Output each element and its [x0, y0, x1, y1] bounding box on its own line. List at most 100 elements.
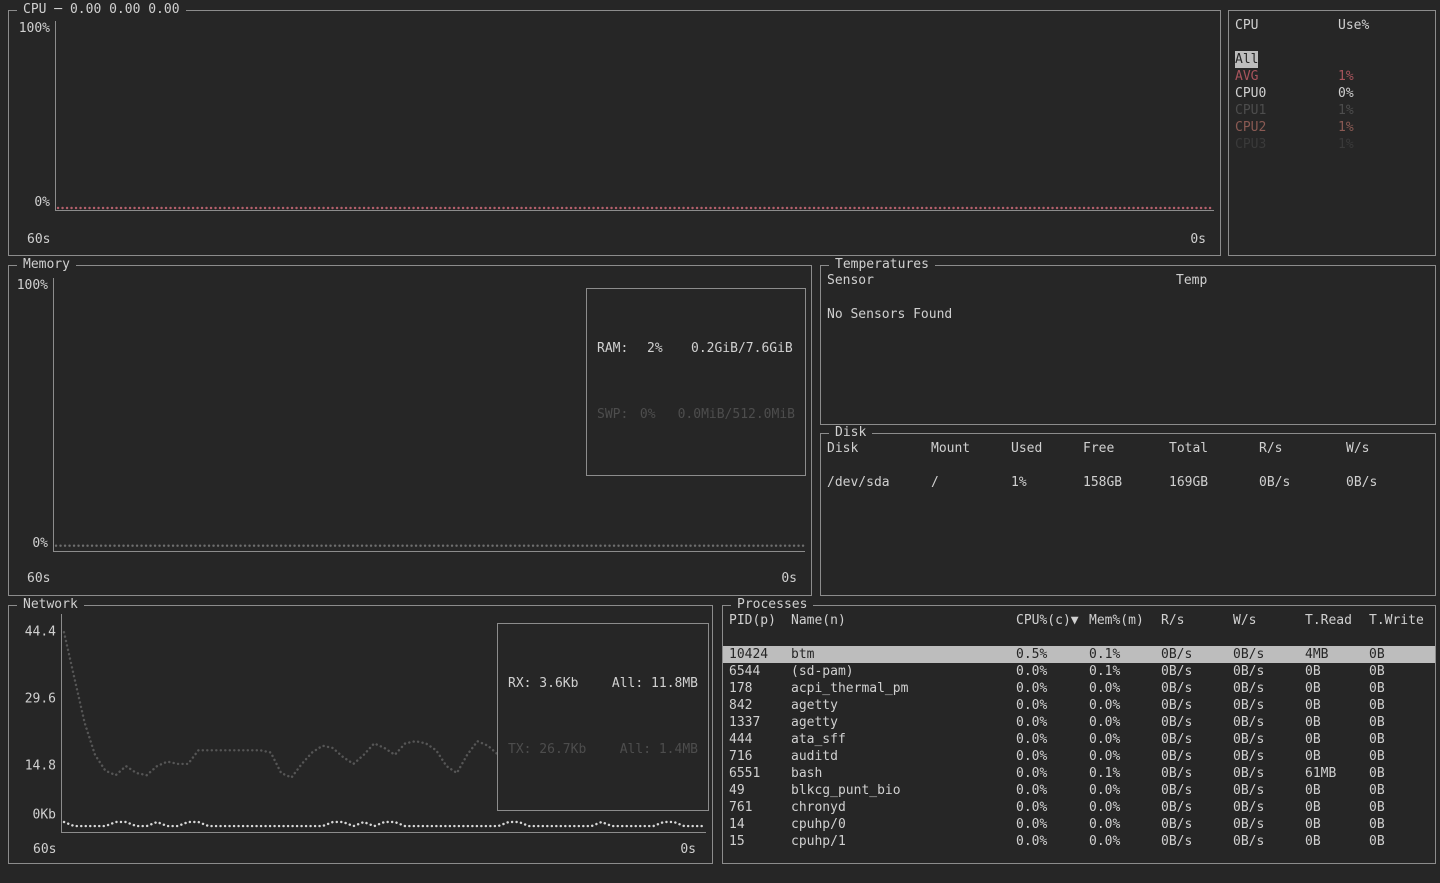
process-cell: 0B/s	[1161, 782, 1233, 799]
memory-y-min-label: 0%	[32, 536, 48, 551]
disk-cell: 1%	[1011, 474, 1083, 491]
process-header-cell[interactable]: Name(n)	[791, 612, 1016, 629]
ram-value: 0.2GiB/7.6GiB	[691, 338, 793, 360]
process-cell: 0.0%	[1016, 680, 1089, 697]
cpu-legend-core-use: 0%	[1338, 85, 1435, 102]
process-cell: 0B	[1369, 663, 1435, 680]
btm-app-screen: CPU ─ 0.00 0.00 0.00 100% 0% 60s 0s CPU …	[0, 0, 1440, 883]
disk-panel-title: Disk	[829, 425, 872, 440]
process-row[interactable]: 178acpi_thermal_pm0.0%0.0%0B/s0B/s0B0B	[723, 680, 1435, 697]
process-row[interactable]: 761chronyd0.0%0.0%0B/s0B/s0B0B	[723, 799, 1435, 816]
process-header-cell[interactable]: T.Write	[1369, 612, 1435, 629]
process-row[interactable]: 6544(sd-pam)0.0%0.1%0B/s0B/s0B0B	[723, 663, 1435, 680]
process-row[interactable]: 1337agetty0.0%0.0%0B/s0B/s0B0B	[723, 714, 1435, 731]
disk-header-cell: W/s	[1346, 440, 1435, 457]
process-header-cell[interactable]: T.Read	[1305, 612, 1369, 629]
process-cell: 0B	[1369, 782, 1435, 799]
process-cell: 0B	[1369, 646, 1435, 663]
process-cell: 0B/s	[1233, 816, 1305, 833]
cpu-legend-row[interactable]: All	[1229, 51, 1435, 68]
process-cell: 178	[729, 680, 791, 697]
process-cell: 0.0%	[1016, 697, 1089, 714]
process-cell: 15	[729, 833, 791, 850]
rx-current: RX: 3.6Kb	[508, 673, 578, 695]
process-cell: 0.0%	[1016, 714, 1089, 731]
process-header-cell[interactable]: PID(p)	[729, 612, 791, 629]
cpu-legend-row[interactable]: CPU31%	[1229, 136, 1435, 153]
process-row[interactable]: 14cpuhp/00.0%0.0%0B/s0B/s0B0B	[723, 816, 1435, 833]
process-row[interactable]: 10424btm0.5%0.1%0B/s0B/s4MB0B	[723, 646, 1435, 663]
cpu-legend-row[interactable]: CPU00%	[1229, 85, 1435, 102]
cpu-plot	[55, 21, 1214, 211]
process-row[interactable]: 842agetty0.0%0.0%0B/s0B/s0B0B	[723, 697, 1435, 714]
process-cell: 0B	[1369, 748, 1435, 765]
process-cell: 0B/s	[1161, 714, 1233, 731]
process-header-cell[interactable]: W/s	[1233, 612, 1305, 629]
disk-cell: 169GB	[1169, 474, 1259, 491]
network-x-right-label: 0s	[680, 842, 696, 857]
memory-chart-panel[interactable]: Memory RAM: 2% 0.2GiB/7.6GiB SWP: 0% 0.0…	[8, 265, 812, 596]
process-cell: 0B	[1369, 680, 1435, 697]
memory-swap-legend: SWP: 0% 0.0MiB/512.0MiB	[597, 404, 795, 426]
disk-table-header[interactable]: DiskMountUsedFreeTotalR/sW/s	[821, 440, 1435, 457]
process-cell: 61MB	[1305, 765, 1369, 782]
network-y-axis: 44.429.614.80Kb	[11, 614, 61, 833]
temperatures-header-sensor: Sensor	[827, 272, 1176, 289]
processes-table-rows: 10424btm0.5%0.1%0B/s0B/s4MB0B6544(sd-pam…	[723, 646, 1435, 850]
process-cell: agetty	[791, 714, 1016, 731]
disk-panel[interactable]: Disk DiskMountUsedFreeTotalR/sW/s /dev/s…	[820, 433, 1436, 596]
cpu-legend-row[interactable]: CPU21%	[1229, 119, 1435, 136]
process-cell: 1337	[729, 714, 791, 731]
process-cell: 0B	[1305, 680, 1369, 697]
process-row[interactable]: 49blkcg_punt_bio0.0%0.0%0B/s0B/s0B0B	[723, 782, 1435, 799]
memory-legend-box: RAM: 2% 0.2GiB/7.6GiB SWP: 0% 0.0MiB/512…	[586, 288, 806, 476]
processes-panel[interactable]: Processes PID(p)Name(n)CPU%(c)▼Mem%(m)R/…	[722, 605, 1436, 864]
process-row[interactable]: 444ata_sff0.0%0.0%0B/s0B/s0B0B	[723, 731, 1435, 748]
process-cell: 0B	[1305, 816, 1369, 833]
network-chart-panel[interactable]: Network RX: 3.6Kb All: 11.8MB TX: 26.7Kb…	[8, 605, 713, 864]
process-cell: 0B	[1369, 697, 1435, 714]
process-cell: 0.0%	[1016, 799, 1089, 816]
process-cell: 0B/s	[1233, 833, 1305, 850]
processes-table-header[interactable]: PID(p)Name(n)CPU%(c)▼Mem%(m)R/sW/sT.Read…	[723, 612, 1435, 629]
cpu-x-left-label: 60s	[27, 232, 50, 247]
process-header-cell[interactable]: Mem%(m)	[1089, 612, 1161, 629]
process-header-cell[interactable]: R/s	[1161, 612, 1233, 629]
memory-y-axis: 100% 0%	[11, 278, 53, 552]
process-cell: 10424	[729, 646, 791, 663]
disk-spacer	[821, 457, 1435, 474]
cpu-legend-panel[interactable]: CPU Use% AllAVG1%CPU00%CPU11%CPU21%CPU31…	[1228, 10, 1436, 256]
process-header-cell[interactable]: CPU%(c)▼	[1016, 612, 1089, 629]
process-cell: 0B	[1305, 782, 1369, 799]
process-cell: 0B/s	[1161, 646, 1233, 663]
process-cell: 716	[729, 748, 791, 765]
cpu-legend-row[interactable]: CPU11%	[1229, 102, 1435, 119]
cpu-legend-row[interactable]: AVG1%	[1229, 68, 1435, 85]
cpu-legend-core-use	[1338, 51, 1435, 68]
process-cell: 0B/s	[1233, 765, 1305, 782]
cpu-legend-header[interactable]: CPU Use%	[1229, 17, 1435, 34]
process-cell: 0B	[1369, 816, 1435, 833]
process-row[interactable]: 15cpuhp/10.0%0.0%0B/s0B/s0B0B	[723, 833, 1435, 850]
network-x-left-label: 60s	[33, 842, 56, 857]
temperatures-panel[interactable]: Temperatures Sensor Temp No Sensors Foun…	[820, 265, 1436, 425]
process-row[interactable]: 6551bash0.0%0.1%0B/s0B/s61MB0B	[723, 765, 1435, 782]
cpu-y-min-label: 0%	[34, 195, 50, 210]
cpu-x-axis: 60s 0s	[27, 232, 1206, 247]
cpu-legend-header-cpu: CPU	[1235, 17, 1338, 34]
process-cell: 0.0%	[1016, 816, 1089, 833]
process-cell: 0B	[1305, 748, 1369, 765]
process-cell: 0.1%	[1089, 663, 1161, 680]
temperatures-header[interactable]: Sensor Temp	[821, 272, 1435, 289]
process-cell: 0B	[1369, 731, 1435, 748]
ram-percent: 2%	[647, 338, 691, 360]
cpu-chart-panel[interactable]: CPU ─ 0.00 0.00 0.00 100% 0% 60s 0s	[8, 10, 1221, 256]
process-cell: 0B	[1369, 833, 1435, 850]
process-cell: 0B/s	[1233, 782, 1305, 799]
cpu-legend-core-use: 1%	[1338, 102, 1435, 119]
memory-x-right-label: 0s	[781, 571, 797, 586]
cpu-y-max-label: 100%	[19, 21, 50, 36]
disk-row[interactable]: /dev/sda/1%158GB169GB0B/s0B/s	[821, 474, 1435, 491]
process-row[interactable]: 716auditd0.0%0.0%0B/s0B/s0B0B	[723, 748, 1435, 765]
process-cell: agetty	[791, 697, 1016, 714]
